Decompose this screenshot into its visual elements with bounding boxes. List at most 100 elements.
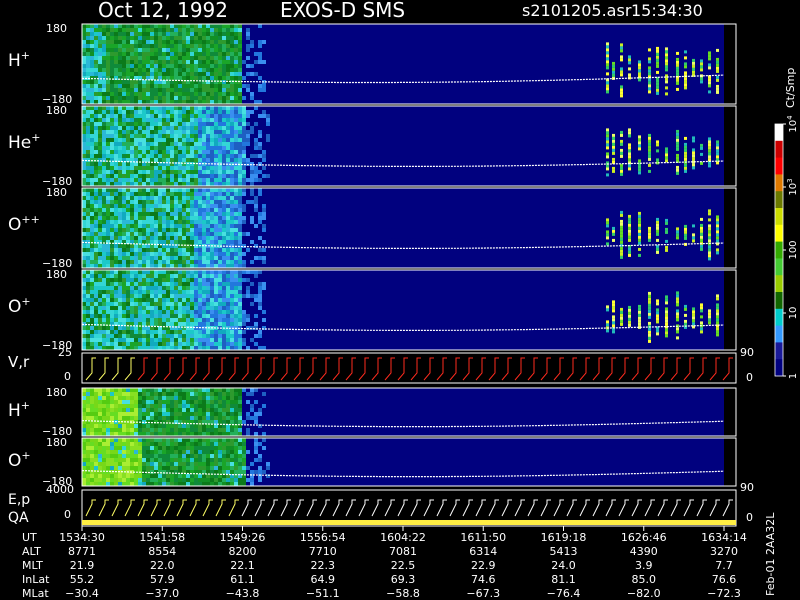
activity-cell	[638, 66, 641, 70]
cell	[154, 228, 158, 232]
cell	[130, 178, 134, 182]
cell	[174, 84, 178, 88]
cell	[154, 416, 158, 420]
cell	[154, 252, 158, 256]
cell	[242, 450, 246, 454]
cell	[106, 110, 110, 114]
cell	[110, 142, 114, 146]
cell	[222, 264, 226, 268]
cell	[142, 432, 146, 436]
cell	[82, 80, 86, 84]
cell	[234, 408, 238, 412]
cell	[150, 44, 154, 48]
cell	[218, 154, 222, 158]
activity-cell	[628, 323, 631, 327]
activity-cell	[676, 312, 679, 316]
cell	[178, 106, 182, 110]
cell	[182, 408, 186, 412]
cell	[166, 412, 170, 416]
cell	[222, 338, 226, 342]
activity-cell	[665, 150, 668, 154]
cell	[134, 286, 138, 290]
cell	[134, 334, 138, 338]
cell	[134, 72, 138, 76]
cell	[250, 478, 254, 482]
cell	[154, 322, 158, 326]
cell	[166, 442, 170, 446]
cell	[82, 162, 86, 166]
cell	[110, 146, 114, 150]
cell	[190, 338, 194, 342]
cell	[142, 28, 146, 32]
cell	[182, 282, 186, 286]
cell	[214, 298, 218, 302]
cell	[138, 196, 142, 200]
cell	[158, 302, 162, 306]
cell	[202, 64, 206, 68]
cell	[234, 146, 238, 150]
cell	[238, 84, 242, 88]
activity-cell	[648, 336, 651, 340]
activity-cell	[676, 315, 679, 319]
cell	[154, 478, 158, 482]
cell	[218, 106, 222, 110]
cell	[226, 392, 230, 396]
cell	[142, 92, 146, 96]
cell	[170, 100, 174, 104]
cell	[162, 64, 166, 68]
activity-cell	[638, 235, 641, 239]
activity-cell	[700, 321, 703, 325]
cell	[198, 302, 202, 306]
cell	[162, 446, 166, 450]
cell	[102, 256, 106, 260]
activity-cell	[648, 226, 651, 230]
cell	[234, 428, 238, 432]
cell	[190, 232, 194, 236]
cell	[202, 122, 206, 126]
cell	[198, 264, 202, 268]
cell	[178, 64, 182, 68]
activity-cell	[620, 58, 623, 62]
cell	[126, 44, 130, 48]
cell	[162, 32, 166, 36]
cell	[210, 264, 214, 268]
cell	[226, 138, 230, 142]
cell	[82, 318, 86, 322]
cell	[134, 162, 138, 166]
cell	[166, 252, 170, 256]
cell	[210, 114, 214, 118]
cell	[150, 314, 154, 318]
cell	[114, 450, 118, 454]
activity-cell	[606, 305, 609, 309]
cell	[178, 408, 182, 412]
activity-cell	[620, 67, 623, 71]
activity-cell	[648, 84, 651, 88]
cell	[226, 122, 230, 126]
cell	[166, 432, 170, 436]
cell	[102, 466, 106, 470]
cell	[146, 24, 150, 28]
cell	[98, 290, 102, 294]
cell	[130, 412, 134, 416]
cell	[194, 142, 198, 146]
activity-cell	[716, 60, 719, 64]
cell	[178, 286, 182, 290]
cell	[202, 342, 206, 346]
cell	[150, 416, 154, 420]
cell	[218, 416, 222, 420]
cell	[234, 278, 238, 282]
cell	[194, 432, 198, 436]
cell	[158, 142, 162, 146]
cell	[102, 208, 106, 212]
activity-cell	[638, 217, 641, 221]
cell	[198, 260, 202, 264]
cell	[238, 442, 242, 446]
activity-cell	[684, 80, 687, 84]
cell	[246, 130, 250, 134]
activity-cell	[676, 168, 679, 172]
cell	[90, 36, 94, 40]
cell	[218, 338, 222, 342]
cell	[142, 96, 146, 100]
cell	[218, 166, 222, 170]
cell	[166, 192, 170, 196]
